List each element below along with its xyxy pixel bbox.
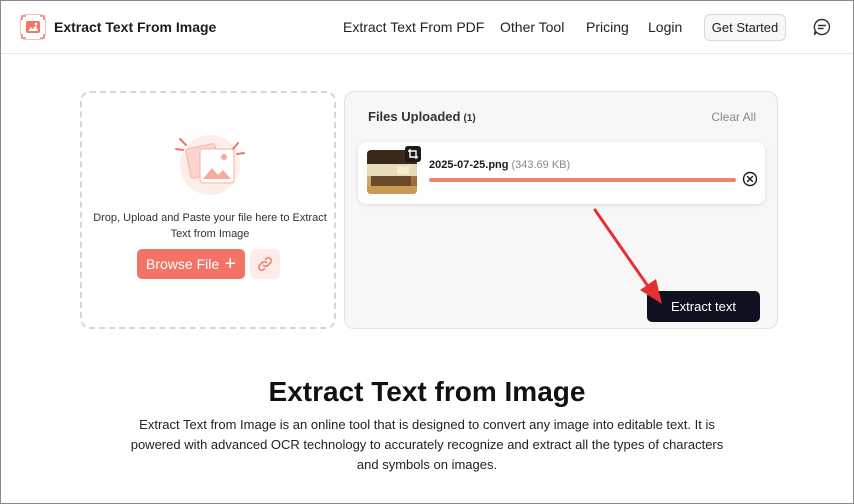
files-uploaded-title: Files Uploaded (1) bbox=[368, 109, 476, 124]
remove-file-icon[interactable] bbox=[742, 171, 758, 187]
files-count: (1) bbox=[463, 113, 476, 124]
file-size: (343.69 KB) bbox=[511, 159, 571, 171]
brand-name[interactable]: Extract Text From Image bbox=[54, 19, 216, 35]
nav-extract-pdf[interactable]: Extract Text From PDF bbox=[343, 19, 484, 35]
plus-icon: + bbox=[224, 253, 236, 275]
page-title: Extract Text from Image bbox=[268, 376, 586, 407]
chat-icon[interactable] bbox=[813, 18, 831, 36]
nav-login[interactable]: Login bbox=[648, 19, 682, 35]
image-upload-illustration-icon bbox=[175, 135, 245, 195]
paste-link-button[interactable] bbox=[250, 249, 280, 279]
clear-all-button[interactable]: Clear All bbox=[711, 110, 756, 124]
page-description: Extract Text from Image is an online too… bbox=[130, 417, 724, 472]
link-icon bbox=[257, 256, 273, 272]
upload-progress-fill bbox=[429, 178, 736, 182]
files-uploaded-label: Files Uploaded bbox=[368, 109, 461, 124]
top-header: Extract Text From Image Extract Text Fro… bbox=[0, 0, 854, 54]
file-name-text: 2025-07-25.png bbox=[429, 159, 509, 171]
browse-file-button[interactable]: Browse File + bbox=[137, 249, 245, 279]
uploaded-file-item: 2025-07-25.png (343.69 KB) bbox=[358, 142, 765, 204]
nav-pricing[interactable]: Pricing bbox=[586, 19, 629, 35]
upload-instructions: Drop, Upload and Paste your file here to… bbox=[93, 212, 327, 240]
get-started-button[interactable]: Get Started bbox=[704, 14, 786, 41]
browse-file-label: Browse File bbox=[146, 256, 220, 272]
logo-icon[interactable] bbox=[20, 14, 46, 40]
extract-text-button[interactable]: Extract text bbox=[647, 291, 760, 322]
upload-progress-bar bbox=[429, 178, 736, 182]
file-name: 2025-07-25.png (343.69 KB) bbox=[429, 159, 570, 171]
nav-other-tool[interactable]: Other Tool bbox=[500, 19, 564, 35]
files-uploaded-panel: Files Uploaded (1) Clear All 2025-07-25.p… bbox=[344, 91, 778, 329]
upload-dropzone[interactable]: Drop, Upload and Paste your file here to… bbox=[80, 91, 336, 329]
crop-icon[interactable] bbox=[405, 146, 421, 162]
